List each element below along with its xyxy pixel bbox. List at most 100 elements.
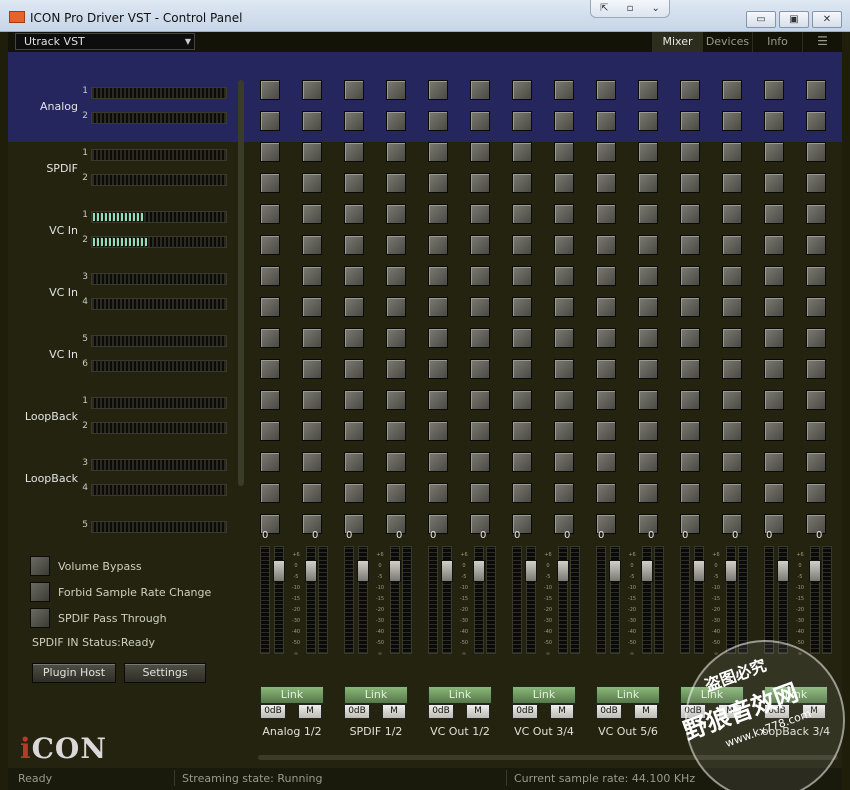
routing-button[interactable] xyxy=(722,235,742,255)
routing-button[interactable] xyxy=(764,421,784,441)
volume-bypass-checkbox[interactable] xyxy=(30,556,50,576)
routing-button[interactable] xyxy=(596,173,616,193)
routing-button[interactable] xyxy=(260,359,280,379)
option-spdif-pass-through[interactable]: SPDIF Pass Through xyxy=(30,608,167,628)
routing-button[interactable] xyxy=(428,421,448,441)
link-button[interactable]: Link xyxy=(596,686,660,704)
routing-button[interactable] xyxy=(470,452,490,472)
routing-button[interactable] xyxy=(638,235,658,255)
routing-button[interactable] xyxy=(386,390,406,410)
mute-button[interactable]: M xyxy=(382,704,406,719)
routing-button[interactable] xyxy=(638,111,658,131)
routing-button[interactable] xyxy=(806,235,826,255)
routing-button[interactable] xyxy=(722,359,742,379)
routing-button[interactable] xyxy=(722,452,742,472)
routing-button[interactable] xyxy=(722,297,742,317)
routing-button[interactable] xyxy=(596,390,616,410)
zero-db-button[interactable]: 0dB xyxy=(512,704,538,719)
plugin-host-button[interactable]: Plugin Host xyxy=(32,663,116,683)
routing-button[interactable] xyxy=(596,235,616,255)
routing-button[interactable] xyxy=(386,173,406,193)
tab-mixer[interactable]: Mixer xyxy=(652,32,702,52)
routing-button[interactable] xyxy=(470,235,490,255)
routing-button[interactable] xyxy=(386,297,406,317)
left-fader-knob[interactable] xyxy=(273,560,285,582)
routing-button[interactable] xyxy=(386,359,406,379)
right-fader-knob[interactable] xyxy=(725,560,737,582)
zero-db-button[interactable]: 0dB xyxy=(596,704,622,719)
routing-button[interactable] xyxy=(344,328,364,348)
left-fader-knob[interactable] xyxy=(357,560,369,582)
routing-button[interactable] xyxy=(302,359,322,379)
left-fader-knob[interactable] xyxy=(525,560,537,582)
right-fader-knob[interactable] xyxy=(473,560,485,582)
zero-db-button[interactable]: 0dB xyxy=(344,704,370,719)
routing-button[interactable] xyxy=(512,235,532,255)
routing-button[interactable] xyxy=(428,142,448,162)
routing-button[interactable] xyxy=(554,80,574,100)
routing-button[interactable] xyxy=(344,297,364,317)
routing-button[interactable] xyxy=(806,173,826,193)
routing-button[interactable] xyxy=(596,297,616,317)
routing-button[interactable] xyxy=(470,390,490,410)
routing-button[interactable] xyxy=(428,452,448,472)
routing-button[interactable] xyxy=(302,483,322,503)
routing-button[interactable] xyxy=(470,173,490,193)
routing-button[interactable] xyxy=(638,328,658,348)
routing-button[interactable] xyxy=(638,421,658,441)
routing-button[interactable] xyxy=(554,359,574,379)
routing-button[interactable] xyxy=(344,80,364,100)
routing-button[interactable] xyxy=(554,111,574,131)
pin-icon[interactable]: ▫ xyxy=(627,3,634,14)
routing-button[interactable] xyxy=(806,297,826,317)
right-fader-knob[interactable] xyxy=(305,560,317,582)
routing-button[interactable] xyxy=(470,328,490,348)
close-button[interactable]: ✕ xyxy=(812,11,842,28)
routing-button[interactable] xyxy=(806,328,826,348)
restore-arrows-icon[interactable]: ⇱ xyxy=(600,3,608,14)
routing-button[interactable] xyxy=(554,204,574,224)
routing-button[interactable] xyxy=(554,297,574,317)
routing-button[interactable] xyxy=(428,297,448,317)
routing-button[interactable] xyxy=(638,452,658,472)
routing-button[interactable] xyxy=(764,452,784,472)
link-button[interactable]: Link xyxy=(512,686,576,704)
right-fader-knob[interactable] xyxy=(557,560,569,582)
routing-button[interactable] xyxy=(386,111,406,131)
routing-button[interactable] xyxy=(680,390,700,410)
mute-button[interactable]: M xyxy=(466,704,490,719)
right-fader-knob[interactable] xyxy=(641,560,653,582)
routing-button[interactable] xyxy=(638,297,658,317)
routing-button[interactable] xyxy=(428,266,448,286)
routing-button[interactable] xyxy=(722,328,742,348)
routing-button[interactable] xyxy=(428,80,448,100)
routing-button[interactable] xyxy=(470,297,490,317)
routing-button[interactable] xyxy=(302,390,322,410)
routing-button[interactable] xyxy=(302,328,322,348)
tab-devices[interactable]: Devices xyxy=(702,32,752,52)
routing-button[interactable] xyxy=(806,80,826,100)
routing-button[interactable] xyxy=(428,235,448,255)
routing-button[interactable] xyxy=(260,483,280,503)
routing-button[interactable] xyxy=(260,173,280,193)
routing-button[interactable] xyxy=(470,359,490,379)
minimize-button[interactable]: ▭ xyxy=(746,11,776,28)
routing-button[interactable] xyxy=(344,421,364,441)
routing-button[interactable] xyxy=(722,111,742,131)
routing-button[interactable] xyxy=(470,204,490,224)
routing-button[interactable] xyxy=(680,173,700,193)
routing-button[interactable] xyxy=(260,111,280,131)
routing-button[interactable] xyxy=(764,173,784,193)
left-fader-knob[interactable] xyxy=(777,560,789,582)
routing-button[interactable] xyxy=(428,111,448,131)
left-fader-knob[interactable] xyxy=(441,560,453,582)
routing-button[interactable] xyxy=(638,173,658,193)
routing-button[interactable] xyxy=(806,142,826,162)
routing-button[interactable] xyxy=(302,80,322,100)
routing-button[interactable] xyxy=(596,266,616,286)
routing-button[interactable] xyxy=(344,142,364,162)
routing-button[interactable] xyxy=(806,111,826,131)
routing-button[interactable] xyxy=(512,204,532,224)
routing-button[interactable] xyxy=(680,111,700,131)
routing-button[interactable] xyxy=(428,483,448,503)
